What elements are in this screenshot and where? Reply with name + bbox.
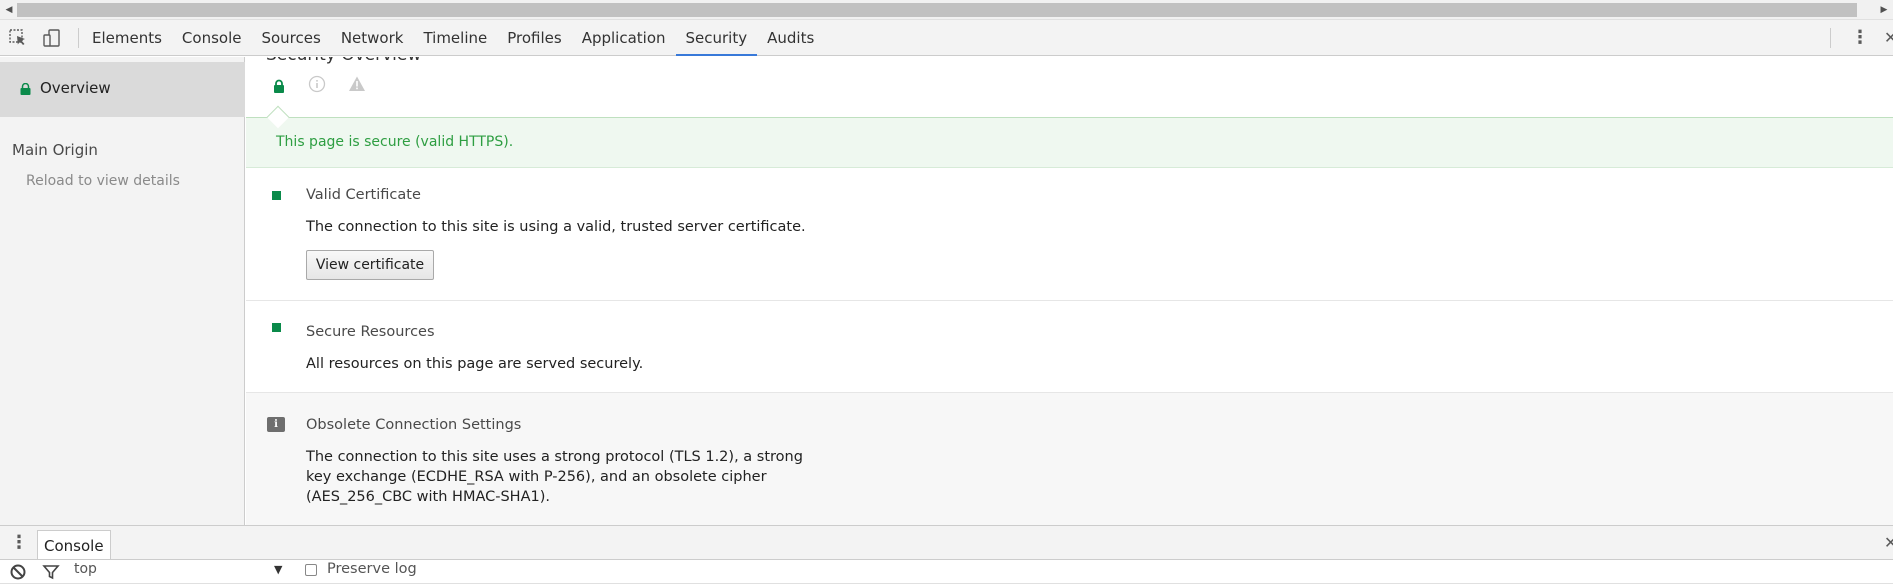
explanation-valid-certificate: Valid Certificate The connection to this… bbox=[246, 169, 1893, 301]
more-options-icon[interactable]: ⋮ bbox=[1850, 28, 1870, 48]
scroll-left-arrow-icon[interactable]: ◀ bbox=[2, 3, 16, 17]
tab-sources[interactable]: Sources bbox=[251, 20, 330, 56]
inspect-element-icon[interactable] bbox=[8, 28, 28, 48]
sidebar-reload-hint: Reload to view details bbox=[26, 173, 180, 189]
security-overview-panel: Security Overview This page is secure (v… bbox=[246, 57, 1893, 525]
toolbar-divider bbox=[1830, 28, 1831, 48]
execution-context-select[interactable]: top ▼ bbox=[74, 560, 294, 582]
tab-timeline[interactable]: Timeline bbox=[413, 20, 497, 56]
tab-security[interactable]: Security bbox=[675, 20, 758, 56]
clear-console-icon[interactable] bbox=[9, 563, 27, 581]
close-drawer-icon[interactable]: ✕ bbox=[1884, 533, 1893, 553]
explanation-obsolete-connection: i Obsolete Connection Settings The conne… bbox=[246, 393, 1893, 525]
page-title: Security Overview bbox=[266, 57, 421, 65]
preserve-log-checkbox[interactable] bbox=[305, 564, 317, 576]
drawer-tabbar: ⋮ Console ✕ bbox=[0, 525, 1893, 560]
chevron-down-icon: ▼ bbox=[274, 563, 283, 576]
explanation-title: Obsolete Connection Settings bbox=[306, 417, 522, 433]
tab-application[interactable]: Application bbox=[572, 20, 676, 56]
explanation-description: All resources on this page are served se… bbox=[306, 356, 644, 372]
explanation-description: The connection to this site is using a v… bbox=[306, 219, 806, 235]
drawer-tab-console[interactable]: Console bbox=[37, 530, 111, 559]
tab-console[interactable]: Console bbox=[172, 20, 252, 56]
preserve-log-label: Preserve log bbox=[327, 561, 417, 577]
explanation-title: Secure Resources bbox=[306, 324, 435, 340]
sidebar-heading-main-origin: Main Origin bbox=[12, 141, 98, 159]
panel-tabs: Elements Console Sources Network Timelin… bbox=[82, 20, 824, 56]
explanation-title: Valid Certificate bbox=[306, 187, 421, 203]
secure-summary-text: This page is secure (valid HTTPS). bbox=[276, 134, 514, 150]
sidebar-item-overview[interactable]: Overview bbox=[0, 62, 245, 117]
tab-elements[interactable]: Elements bbox=[82, 20, 172, 56]
drawer-menu-icon[interactable]: ⋮ bbox=[10, 533, 28, 553]
scroll-right-arrow-icon[interactable]: ▶ bbox=[1877, 3, 1891, 17]
explanation-description: The connection to this site uses a stron… bbox=[306, 449, 803, 505]
secure-summary-banner: This page is secure (valid HTTPS). bbox=[246, 118, 1893, 168]
devtools-tabbar: Elements Console Sources Network Timelin… bbox=[0, 20, 1893, 56]
tab-audits[interactable]: Audits bbox=[757, 20, 824, 56]
explanation-secure-resources: Secure Resources All resources on this p… bbox=[246, 301, 1893, 393]
scrollbar-thumb[interactable] bbox=[17, 3, 1857, 17]
context-value: top bbox=[74, 561, 97, 577]
horizontal-scrollbar[interactable]: ◀ ▶ bbox=[0, 0, 1893, 20]
console-toolbar: top ▼ Preserve log bbox=[0, 560, 1893, 584]
tab-profiles[interactable]: Profiles bbox=[497, 20, 571, 56]
security-sidebar: Overview Main Origin Reload to view deta… bbox=[0, 57, 245, 525]
info-circle-icon[interactable] bbox=[308, 75, 326, 93]
device-mode-icon[interactable] bbox=[42, 28, 62, 48]
lock-icon bbox=[20, 83, 31, 95]
tab-network[interactable]: Network bbox=[331, 20, 414, 56]
filter-icon[interactable] bbox=[42, 563, 60, 581]
close-icon[interactable]: ✕ bbox=[1884, 28, 1893, 48]
info-status-icon: i bbox=[267, 417, 285, 432]
toolbar-divider bbox=[78, 28, 79, 48]
warning-triangle-icon[interactable] bbox=[348, 75, 366, 93]
secure-status-icon bbox=[272, 191, 281, 200]
lock-icon[interactable] bbox=[270, 77, 288, 95]
secure-status-icon bbox=[272, 323, 281, 332]
sidebar-item-label: Overview bbox=[40, 79, 111, 97]
view-certificate-button[interactable]: View certificate bbox=[306, 250, 434, 280]
